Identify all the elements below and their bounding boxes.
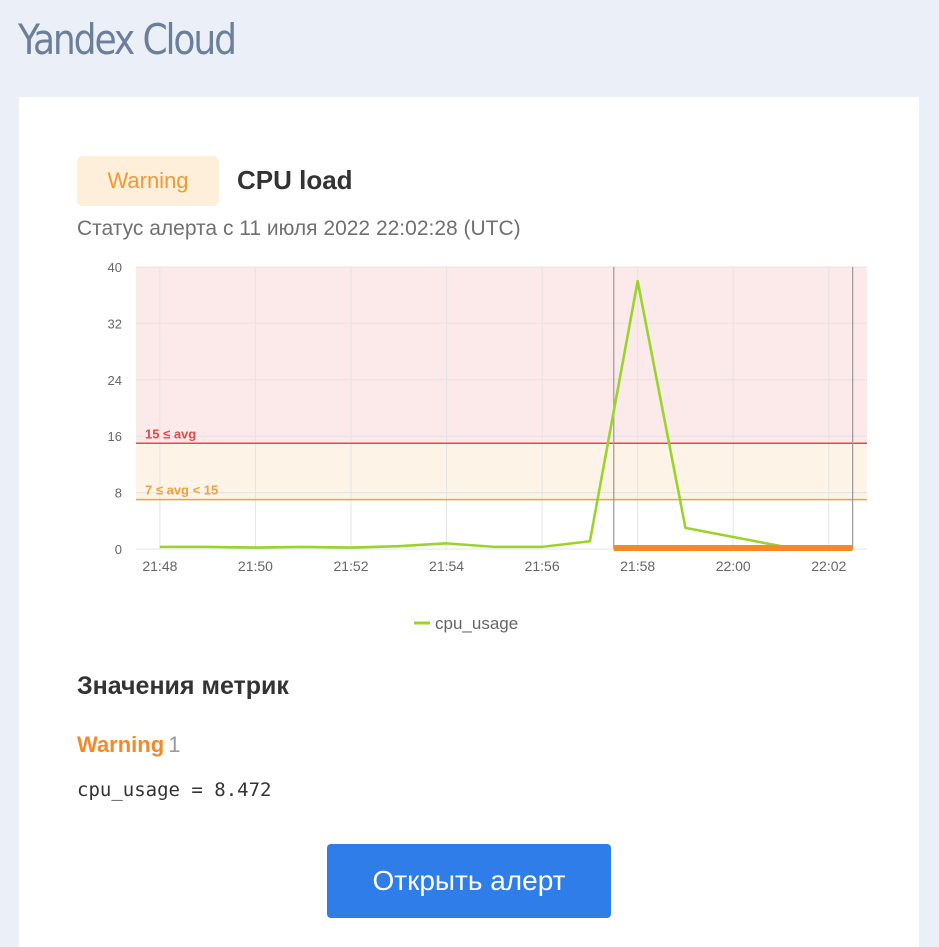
alert-title: CPU load — [237, 165, 353, 196]
metric-value-line: cpu_usage = 8.472 — [77, 779, 271, 801]
y-tick-label: 24 — [108, 373, 122, 388]
x-tick-label: 21:48 — [142, 558, 177, 574]
open-alert-button[interactable]: Открыть алерт — [327, 844, 611, 918]
alert-status-since: Статус алерта с 11 июля 2022 22:02:28 (U… — [77, 217, 521, 241]
warning-zone — [136, 443, 867, 499]
cpu-chart: 0 8 16 24 32 40 21:48 21:50 21:52 21:54 21:56 21:58… — [59, 257, 879, 637]
x-tick-label: 21:50 — [238, 558, 273, 574]
yandex-cloud-logo: Yandex Cloud — [18, 12, 235, 68]
y-tick-label: 16 — [108, 429, 122, 444]
metrics-status-line: Warning1 — [77, 732, 180, 758]
y-tick-label: 8 — [115, 486, 122, 501]
critical-zone — [136, 267, 867, 443]
x-tick-label: 21:54 — [429, 558, 464, 574]
warning-threshold-label: 7 ≤ avg < 15 — [145, 483, 218, 498]
y-tick-label: 40 — [108, 260, 122, 275]
metrics-status: Warning — [77, 732, 164, 757]
x-tick-label: 21:56 — [525, 558, 560, 574]
y-tick-label: 32 — [108, 316, 122, 331]
legend-label-cpu-usage: cpu_usage — [435, 614, 518, 633]
x-tick-label: 22:02 — [811, 558, 846, 574]
metrics-status-count: 1 — [168, 732, 180, 757]
y-tick-label: 0 — [115, 542, 122, 557]
x-tick-label: 22:00 — [716, 558, 751, 574]
x-tick-label: 21:58 — [620, 558, 655, 574]
critical-threshold-label: 15 ≤ avg — [145, 426, 196, 441]
status-badge: Warning — [77, 156, 219, 206]
metrics-section-title: Значения метрик — [77, 672, 289, 701]
alert-window-bar — [614, 545, 853, 551]
x-tick-label: 21:52 — [333, 558, 368, 574]
alert-card: Warning CPU load Статус алерта с 11 июля… — [19, 97, 919, 947]
